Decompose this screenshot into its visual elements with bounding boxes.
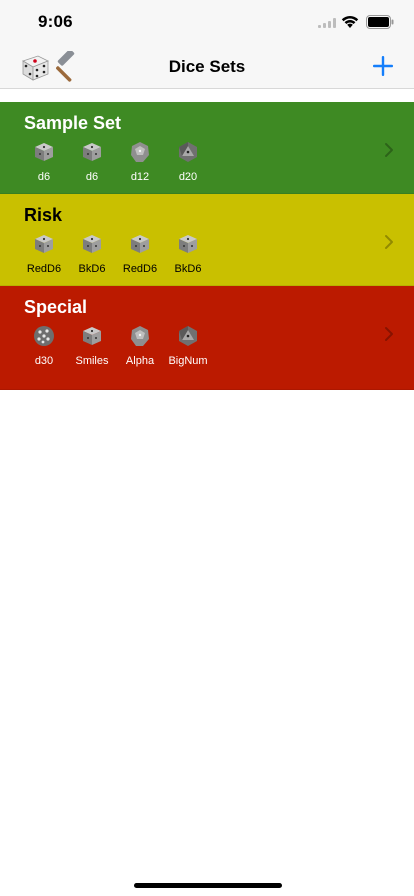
die-item: d12 (116, 140, 164, 184)
die-label: d30 (34, 355, 54, 367)
die-label: Alpha (125, 355, 155, 367)
d12-die-icon (131, 326, 149, 346)
die-item: Smiles (68, 324, 116, 368)
dice-set-row[interactable]: Risk RedD6 BkD6 RedD6 BkD6 (0, 194, 414, 286)
die-label: d20 (178, 171, 198, 183)
die-item: d20 (164, 140, 212, 184)
screen: 9:06 Dice Sets Sample Set d6 d6 d12 d20 … (0, 0, 414, 896)
dice-set-name: Risk (24, 205, 63, 225)
chevron-right-icon (385, 327, 393, 341)
d6-die-icon (83, 235, 101, 253)
dice-set-name: Sample Set (24, 113, 122, 133)
die-label: d6 (85, 171, 99, 183)
d6-die-icon (35, 235, 53, 253)
dice-strip: RedD6 BkD6 RedD6 BkD6 (20, 232, 212, 276)
battery-icon (366, 15, 394, 29)
wifi-icon (341, 16, 359, 28)
die-item: BkD6 (68, 232, 116, 276)
die-item: d6 (68, 140, 116, 184)
add-set-button[interactable]: + (370, 53, 396, 79)
d20-die-icon (179, 142, 197, 162)
die-item: d30 (20, 324, 68, 368)
die-item: Alpha (116, 324, 164, 368)
die-label: RedD6 (26, 263, 62, 275)
d6-die-icon (83, 143, 101, 161)
die-label: Smiles (75, 355, 109, 367)
d30-die-icon (34, 326, 54, 346)
die-label: d6 (37, 171, 51, 183)
d6-die-icon (35, 143, 53, 161)
die-item: d6 (20, 140, 68, 184)
cellular-signal-icon (318, 18, 336, 28)
chevron-right-icon (385, 235, 393, 249)
d6-die-icon (131, 235, 149, 253)
d6-die-icon (83, 327, 101, 345)
die-item: RedD6 (20, 232, 68, 276)
dice-set-row[interactable]: Special d30 Smiles Alpha BigNum (0, 286, 414, 390)
die-label: d12 (130, 171, 150, 183)
chevron-right-icon (385, 143, 393, 157)
die-item: BkD6 (164, 232, 212, 276)
die-label: BkD6 (174, 263, 202, 275)
dice-strip: d30 Smiles Alpha BigNum (20, 324, 212, 368)
die-label: BigNum (168, 355, 208, 367)
dice-set-row[interactable]: Sample Set d6 d6 d12 d20 (0, 102, 414, 194)
dice-set-name: Special (24, 297, 88, 317)
d20-die-icon (179, 326, 197, 346)
d6-die-icon (179, 235, 197, 253)
dice-set-list: Sample Set d6 d6 d12 d20 Risk RedD6 BkD6 RedD6 Bk… (0, 102, 414, 390)
die-label: BkD6 (78, 263, 106, 275)
die-item: RedD6 (116, 232, 164, 276)
d12-die-icon (131, 142, 149, 162)
page-title: Dice Sets (168, 57, 246, 76)
die-item: BigNum (164, 324, 212, 368)
die-label: RedD6 (122, 263, 158, 275)
status-bar: 9:06 (0, 0, 414, 44)
dice-strip: d6 d6 d12 d20 (20, 140, 212, 184)
home-indicator[interactable] (134, 883, 282, 888)
navigation-bar: Dice Sets + (0, 44, 414, 89)
status-time: 9:06 (38, 12, 73, 31)
